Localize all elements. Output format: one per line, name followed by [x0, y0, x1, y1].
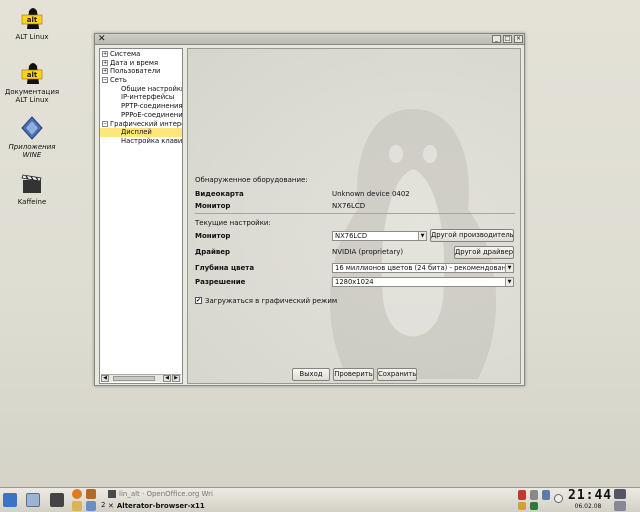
save-button[interactable]: Сохранить	[377, 368, 417, 381]
tree-item-display[interactable]: Дисплей	[100, 128, 182, 137]
tray-network-icon[interactable]	[530, 502, 538, 510]
resolution-label: Разрешение	[195, 278, 246, 286]
chevron-down-icon[interactable]: ▼	[505, 278, 513, 286]
collapse-icon[interactable]: −	[102, 77, 108, 84]
firefox-icon[interactable]	[72, 489, 82, 499]
scroll-right-icon[interactable]: ▶	[172, 375, 180, 382]
videocard-label: Видеокарта	[195, 190, 244, 198]
other-vendor-button[interactable]: Другой производитель	[430, 229, 514, 242]
alt-linux-docs-logo-icon: alt	[19, 60, 45, 86]
detected-monitor-label: Монитор	[195, 202, 231, 210]
chevron-down-icon[interactable]: ▼	[505, 264, 513, 272]
other-driver-button[interactable]: Другой драйвер	[454, 246, 514, 259]
collapse-icon[interactable]: −	[102, 120, 108, 127]
detected-monitor-value: NX76LCD	[332, 202, 366, 210]
tree-item-ip-interfaces[interactable]: IP-интерфейсы	[100, 93, 182, 102]
tray-lock-icon[interactable]	[554, 494, 563, 503]
tree-item-system[interactable]: + Система	[100, 50, 182, 59]
desktop-icon-label: ALT Linux	[15, 33, 49, 41]
chevron-down-icon[interactable]: ▼	[418, 232, 426, 240]
home-folder-icon[interactable]	[72, 501, 82, 511]
svg-text:alt: alt	[27, 71, 38, 79]
tree-item-pptp[interactable]: PPTP-соединения	[100, 102, 182, 111]
tree-item-date-time[interactable]: + Дата и время	[100, 59, 182, 68]
color-depth-select[interactable]: 16 миллионов цветов (24 бита) - рекоменд…	[332, 263, 514, 273]
desktop-icon-wine[interactable]: Приложения WINE	[0, 115, 64, 159]
title-bar[interactable]: ✕ _ □ ×	[95, 34, 524, 45]
tree-item-keyboard[interactable]: Настройка клавиатуры	[100, 137, 182, 146]
tree-item-network[interactable]: − Сеть	[100, 76, 182, 85]
expand-icon[interactable]: +	[102, 59, 108, 66]
openoffice-icon	[108, 490, 116, 498]
terminal-icon[interactable]	[50, 493, 64, 507]
tools-icon[interactable]	[86, 489, 96, 499]
desktop-icon-label: Kaffeine	[17, 198, 47, 206]
boot-graphic-checkbox[interactable]: ✔	[195, 297, 202, 304]
tray-keyboard-icon[interactable]	[518, 502, 526, 510]
clock-time: 21:44	[568, 488, 613, 503]
kde-menu-icon[interactable]	[3, 493, 17, 507]
tree-item-general-settings[interactable]: Общие настройки	[100, 85, 182, 94]
lock-screen-icon[interactable]	[614, 501, 626, 511]
display-settings-panel: Обнаруженное оборудование: Видеокарта Un…	[187, 48, 521, 384]
tree-item-graphical-interface[interactable]: −Графический интерфейс	[100, 120, 182, 129]
monitor-label: Монитор	[195, 232, 231, 240]
desktop-icon-alt-linux-docs[interactable]: alt Документация ALT Linux	[0, 60, 64, 104]
scrollbar-thumb[interactable]	[113, 376, 155, 381]
desktop-icon-label: Приложения WINE	[8, 143, 56, 159]
wine-icon	[19, 115, 45, 141]
minimize-button[interactable]: _	[492, 35, 501, 43]
expand-icon[interactable]: +	[102, 68, 108, 75]
tray-clipboard-icon[interactable]	[530, 490, 538, 500]
tray-mixer-icon[interactable]	[518, 490, 526, 500]
desktop-pager[interactable]: 2	[101, 501, 105, 509]
exit-button[interactable]: Выход	[292, 368, 330, 381]
driver-value: NVIDIA (proprietary)	[332, 248, 404, 256]
scroll-left-icon[interactable]: ◀	[101, 375, 109, 382]
navigation-tree[interactable]: + Система + Дата и время + Пользователи − Се…	[99, 48, 183, 384]
check-button[interactable]: Проверить	[333, 368, 374, 381]
desktop-icon-kaffeine[interactable]: Kaffeine	[0, 170, 64, 206]
monitor-select[interactable]: NX76LCD ▼	[332, 231, 427, 241]
detected-hardware-heading: Обнаруженное оборудование:	[195, 176, 308, 184]
clock-date: 06.02.08	[574, 503, 602, 510]
konqueror-icon[interactable]	[86, 501, 96, 511]
desktop-icon-alt-linux[interactable]: alt ALT Linux	[0, 5, 64, 41]
driver-label: Драйвер	[195, 248, 231, 256]
kaffeine-clapper-icon	[19, 170, 45, 196]
logout-icon[interactable]	[614, 489, 626, 499]
tree-item-pppoe[interactable]: PPPoE-соединения	[100, 111, 182, 120]
horizontal-scrollbar[interactable]: ◀ ◀ ▶	[101, 374, 181, 382]
close-button[interactable]: ×	[514, 35, 523, 43]
alterator-window: ✕ _ □ × + Система + Дата и время + Пользова…	[94, 33, 525, 386]
taskbar: 2 lin_alt · OpenOffice.org Wri ✕ Alterato…	[0, 487, 640, 512]
color-depth-label: Глубина цвета	[195, 264, 255, 272]
tree-item-users[interactable]: + Пользователи	[100, 67, 182, 76]
alt-linux-logo-icon: alt	[19, 5, 45, 31]
current-settings-heading: Текущие настройки:	[195, 219, 271, 227]
scroll-left-icon[interactable]: ◀	[163, 375, 171, 382]
svg-text:alt: alt	[27, 16, 38, 24]
taskbar-task-openoffice[interactable]: lin_alt · OpenOffice.org Wri	[108, 490, 213, 498]
taskbar-task-alterator[interactable]: ✕ Alterator-browser-x11	[108, 502, 205, 510]
maximize-button[interactable]: □	[503, 35, 512, 43]
desktop-icon-label: Документация ALT Linux	[4, 88, 60, 104]
videocard-value: Unknown device 0402	[332, 190, 410, 198]
clock[interactable]: 21:44 06.02.08	[568, 488, 613, 511]
boot-graphic-label[interactable]: Загружаться в графический режим	[205, 297, 337, 305]
show-desktop-icon[interactable]	[26, 493, 40, 507]
tray-volume-icon[interactable]	[542, 490, 550, 500]
x-icon: ✕	[98, 34, 106, 44]
separator	[195, 213, 515, 214]
x-icon: ✕	[108, 502, 114, 510]
resolution-select[interactable]: 1280x1024 ▼	[332, 277, 514, 287]
expand-icon[interactable]: +	[102, 51, 108, 57]
